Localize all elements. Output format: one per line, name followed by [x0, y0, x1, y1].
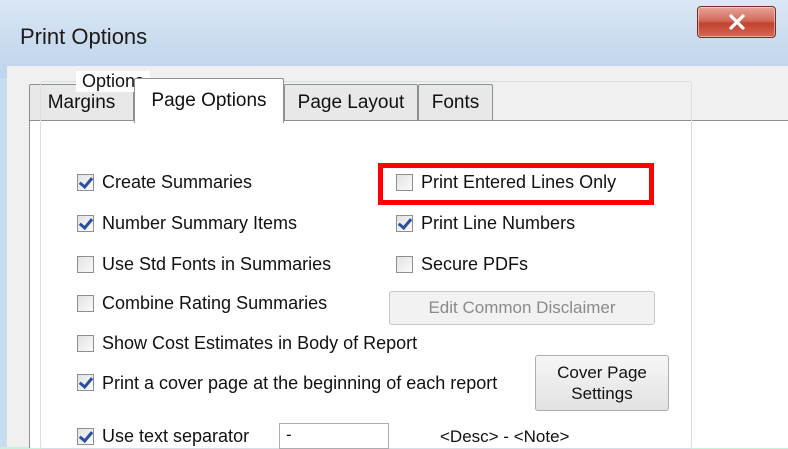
- secure-pdfs-label: Secure PDFs: [421, 254, 529, 274]
- show-cost-option[interactable]: Show Cost Estimates in Body of Report: [77, 333, 417, 354]
- close-icon: [728, 14, 745, 30]
- print-line-numbers-checkbox[interactable]: [396, 215, 413, 232]
- use-std-fonts-label: Use Std Fonts in Summaries: [102, 254, 332, 274]
- use-text-separator-checkbox[interactable]: [77, 428, 94, 445]
- create-summaries-label: Create Summaries: [102, 172, 253, 192]
- separator-format-hint: <Desc> - <Note>: [440, 427, 570, 446]
- number-summary-items-label: Number Summary Items: [102, 213, 298, 233]
- print-line-numbers-option[interactable]: Print Line Numbers: [396, 213, 575, 234]
- secure-pdfs-option[interactable]: Secure PDFs: [396, 254, 528, 275]
- combine-rating-option[interactable]: Combine Rating Summaries: [77, 293, 327, 314]
- create-summaries-checkbox[interactable]: [77, 174, 94, 191]
- cover-page-settings-button[interactable]: Cover Page Settings: [535, 355, 669, 411]
- combine-rating-checkbox[interactable]: [77, 295, 94, 312]
- use-std-fonts-checkbox[interactable]: [77, 256, 94, 273]
- show-cost-checkbox[interactable]: [77, 335, 94, 352]
- cover-page-settings-line1: Cover Page: [557, 363, 647, 382]
- print-line-numbers-label: Print Line Numbers: [421, 213, 576, 233]
- window-title: Print Options: [20, 24, 148, 49]
- number-summary-items-checkbox[interactable]: [77, 215, 94, 232]
- cover-page-settings-line2: Settings: [571, 384, 633, 403]
- use-std-fonts-option[interactable]: Use Std Fonts in Summaries: [77, 254, 331, 275]
- text-separator-input[interactable]: -: [279, 423, 389, 449]
- show-cost-label: Show Cost Estimates in Body of Report: [102, 333, 418, 353]
- annotation-highlight-box: [378, 163, 654, 205]
- number-summary-items-option[interactable]: Number Summary Items: [77, 213, 297, 234]
- tab-page-options[interactable]: Page Options: [134, 78, 284, 123]
- edit-common-disclaimer-button[interactable]: Edit Common Disclaimer: [389, 291, 655, 325]
- use-text-separator-option[interactable]: Use text separator: [77, 426, 249, 447]
- close-button[interactable]: [697, 6, 776, 38]
- print-cover-checkbox[interactable]: [77, 374, 94, 391]
- secure-pdfs-checkbox[interactable]: [396, 256, 413, 273]
- combine-rating-label: Combine Rating Summaries: [102, 293, 328, 313]
- print-cover-option[interactable]: Print a cover page at the beginning of e…: [77, 372, 507, 394]
- use-text-separator-label: Use text separator: [102, 426, 250, 446]
- print-cover-label: Print a cover page at the beginning of e…: [102, 373, 498, 393]
- create-summaries-option[interactable]: Create Summaries: [77, 172, 252, 193]
